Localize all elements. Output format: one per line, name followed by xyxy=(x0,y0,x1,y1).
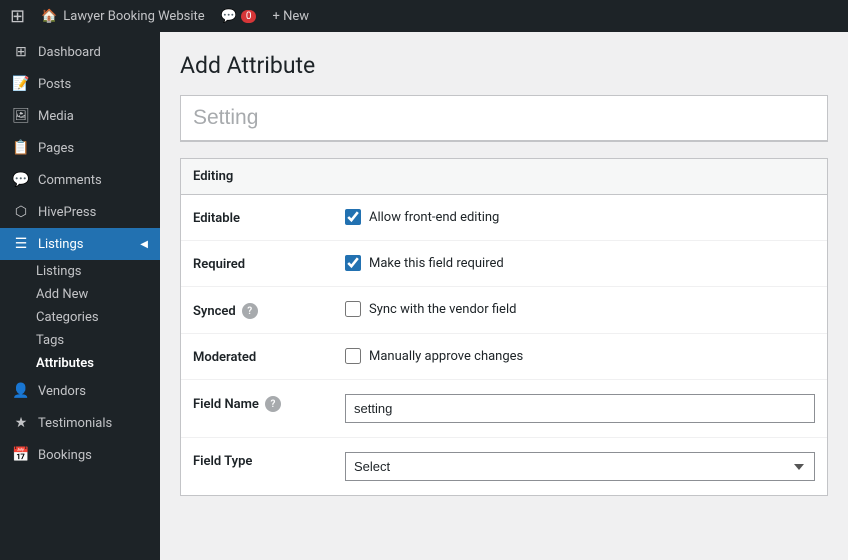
attribute-name-input[interactable] xyxy=(181,96,827,141)
editing-section: Editing Editable Allow front-end editing… xyxy=(180,158,828,496)
sidebar-item-comments[interactable]: 💬 Comments xyxy=(0,164,160,196)
synced-row: Synced ? Sync with the vendor field xyxy=(181,287,827,334)
field-type-label: Field Type xyxy=(193,452,333,469)
listings-arrow: ◀ xyxy=(140,239,148,250)
hivepress-icon: ⬡ xyxy=(12,204,30,220)
synced-checkbox-label: Sync with the vendor field xyxy=(369,302,516,317)
synced-checkbox[interactable] xyxy=(345,301,361,317)
bookings-icon: 📅 xyxy=(12,447,30,463)
field-name-control xyxy=(345,394,815,423)
sidebar-item-testimonials[interactable]: ★ Testimonials xyxy=(0,407,160,439)
moderated-checkbox[interactable] xyxy=(345,348,361,364)
comments-icon: 💬 xyxy=(12,172,30,188)
required-row: Required Make this field required xyxy=(181,241,827,287)
name-card xyxy=(180,95,828,142)
sidebar-item-listings[interactable]: ☰ Listings ◀ xyxy=(0,228,160,260)
sidebar-item-posts[interactable]: 📝 Posts xyxy=(0,68,160,100)
moderated-label: Moderated xyxy=(193,348,333,365)
sidebar-sub-categories[interactable]: Categories xyxy=(0,306,160,329)
field-name-label-wrap: Field Name ? xyxy=(193,394,333,412)
sidebar: ⊞ Dashboard 📝 Posts 🖼 Media 📋 Pages 💬 Co… xyxy=(0,32,160,560)
dashboard-icon: ⊞ xyxy=(12,44,30,60)
comments-badge: 0 xyxy=(241,10,257,23)
sidebar-item-bookings[interactable]: 📅 Bookings xyxy=(0,439,160,471)
sidebar-item-media[interactable]: 🖼 Media xyxy=(0,100,160,132)
sidebar-item-pages[interactable]: 📋 Pages xyxy=(0,132,160,164)
sidebar-item-hivepress[interactable]: ⬡ HivePress xyxy=(0,196,160,228)
required-checkbox[interactable] xyxy=(345,255,361,271)
sidebar-sub-attributes[interactable]: Attributes xyxy=(0,352,160,375)
media-icon: 🖼 xyxy=(12,108,30,124)
pages-icon: 📋 xyxy=(12,140,30,156)
editable-checkbox-label: Allow front-end editing xyxy=(369,210,499,225)
listings-icon: ☰ xyxy=(12,236,30,252)
page-title: Add Attribute xyxy=(180,52,828,79)
editable-checkbox[interactable] xyxy=(345,209,361,225)
sidebar-sub-tags[interactable]: Tags xyxy=(0,329,160,352)
sidebar-sub-listings[interactable]: Listings xyxy=(0,260,160,283)
testimonials-icon: ★ xyxy=(12,415,30,431)
sidebar-item-vendors[interactable]: 👤 Vendors xyxy=(0,375,160,407)
main-content: Add Attribute Editing Editable Allow fro… xyxy=(160,32,848,560)
sidebar-item-dashboard[interactable]: ⊞ Dashboard xyxy=(0,36,160,68)
new-link[interactable]: + New xyxy=(272,9,309,24)
moderated-checkbox-label: Manually approve changes xyxy=(369,349,523,364)
vendors-icon: 👤 xyxy=(12,383,30,399)
top-bar: ⊞ 🏠 Lawyer Booking Website 💬 0 + New xyxy=(0,0,848,32)
field-name-input[interactable] xyxy=(345,394,815,423)
field-type-select[interactable]: Select Text Textarea Number Checkbox xyxy=(345,452,815,481)
synced-label: Synced xyxy=(193,304,236,319)
required-checkbox-label: Make this field required xyxy=(369,256,504,271)
site-name[interactable]: 🏠 Lawyer Booking Website xyxy=(41,9,205,24)
editable-control: Allow front-end editing xyxy=(345,209,815,225)
posts-icon: 📝 xyxy=(12,76,30,92)
field-name-label: Field Name xyxy=(193,397,259,412)
moderated-row: Moderated Manually approve changes xyxy=(181,334,827,380)
editable-label: Editable xyxy=(193,209,333,226)
field-name-help-icon[interactable]: ? xyxy=(265,396,281,412)
field-name-row: Field Name ? xyxy=(181,380,827,438)
editable-row: Editable Allow front-end editing xyxy=(181,195,827,241)
editing-section-title: Editing xyxy=(181,159,827,195)
sidebar-sub-add-new[interactable]: Add New xyxy=(0,283,160,306)
wp-logo[interactable]: ⊞ xyxy=(10,6,25,27)
comments-link[interactable]: 💬 0 xyxy=(221,9,257,24)
synced-control: Sync with the vendor field xyxy=(345,301,815,317)
moderated-control: Manually approve changes xyxy=(345,348,815,364)
synced-help-icon[interactable]: ? xyxy=(242,303,258,319)
synced-label-wrap: Synced ? xyxy=(193,301,333,319)
field-type-control: Select Text Textarea Number Checkbox xyxy=(345,452,815,481)
required-label: Required xyxy=(193,255,333,272)
field-type-row: Field Type Select Text Textarea Number C… xyxy=(181,438,827,495)
required-control: Make this field required xyxy=(345,255,815,271)
